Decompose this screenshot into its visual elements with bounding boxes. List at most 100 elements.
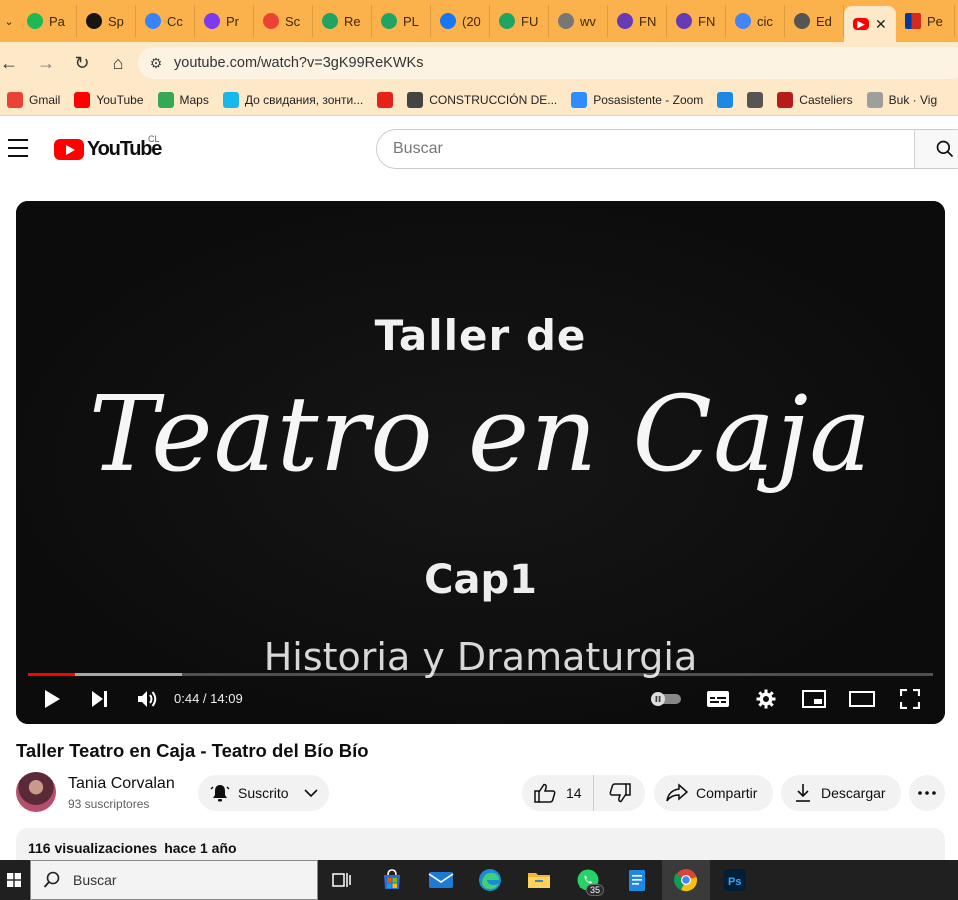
forms-icon	[676, 13, 692, 29]
address-url[interactable]: youtube.com/watch?v=3gK99ReKWKs	[174, 55, 423, 71]
tab-7[interactable]: (20	[431, 5, 490, 37]
like-count: 14	[566, 785, 582, 801]
share-button[interactable]: Compartir	[654, 775, 773, 811]
play-button[interactable]	[36, 681, 68, 717]
taskbar-search[interactable]: Buscar	[30, 860, 318, 900]
chile-flag-icon	[905, 13, 921, 29]
bookmark-2[interactable]: Maps	[151, 91, 216, 108]
task-view-button[interactable]	[318, 860, 366, 900]
address-bar[interactable]: ⚙ youtube.com/watch?v=3gK99ReKWKs	[138, 47, 958, 79]
miniplayer-button[interactable]	[798, 681, 830, 717]
bookmark-label: Casteliers	[799, 92, 853, 107]
bookmark-1[interactable]: YouTube	[67, 91, 150, 108]
dislike-button[interactable]	[594, 775, 645, 811]
autoplay-toggle[interactable]	[648, 681, 684, 717]
bookmark-label: Buk · Vig	[888, 92, 938, 107]
frame-text-chapter: Cap1	[424, 557, 537, 603]
subtitles-button[interactable]	[702, 681, 734, 717]
youtube-logo[interactable]: YouTube	[54, 138, 162, 161]
store-app[interactable]	[368, 860, 416, 900]
back-button[interactable]: ←	[0, 45, 18, 81]
channel-name[interactable]: Tania Corvalan	[68, 775, 175, 793]
share-icon	[666, 783, 688, 802]
bookmark-8[interactable]	[740, 91, 770, 108]
search-box	[376, 129, 958, 169]
reload-button[interactable]: ↻	[64, 45, 100, 81]
tab-8[interactable]: FU	[490, 5, 549, 37]
tab-1[interactable]: Sp	[77, 5, 136, 37]
tab-search-dropdown[interactable]: ⌄	[0, 5, 18, 37]
tab-label: Re	[344, 13, 361, 29]
bookmark-7[interactable]	[710, 91, 740, 108]
tab-2[interactable]: Cc	[136, 5, 195, 37]
bookmark-3[interactable]: До свидания, зонти...	[216, 91, 370, 108]
photoshop-app[interactable]: Ps	[711, 860, 759, 900]
bookmark-4[interactable]	[370, 91, 400, 108]
tab-11[interactable]: FN	[667, 5, 726, 37]
progress-bar[interactable]	[28, 673, 933, 676]
forward-button[interactable]: →	[28, 45, 64, 81]
shield-app-icon	[204, 13, 220, 29]
start-button[interactable]	[0, 860, 28, 900]
menu-icon[interactable]	[8, 139, 28, 157]
forms-icon	[617, 13, 633, 29]
home-button[interactable]: ⌂	[100, 45, 136, 81]
tab-6[interactable]: PL	[372, 5, 431, 37]
tab-3[interactable]: Pr	[195, 5, 254, 37]
chrome-icon	[674, 869, 697, 892]
taskbar-search-text: Buscar	[73, 872, 117, 888]
tab-label: Pr	[226, 13, 239, 29]
svg-text:Ps: Ps	[728, 876, 741, 888]
channel-avatar[interactable]	[16, 772, 56, 812]
drive-icon	[322, 13, 338, 29]
file-explorer-app[interactable]	[515, 860, 563, 900]
youtube-header: YouTube CL	[0, 117, 958, 181]
tab-last[interactable]: Pe	[896, 5, 955, 37]
fullscreen-icon	[900, 689, 920, 709]
windows-taskbar: Buscar 35 Ps	[0, 860, 958, 900]
fullscreen-button[interactable]	[894, 681, 926, 717]
search-button[interactable]	[914, 130, 958, 168]
search-input[interactable]	[377, 130, 914, 168]
edge-app[interactable]	[466, 860, 514, 900]
mail-icon	[428, 872, 454, 888]
download-button[interactable]: Descargar	[781, 775, 901, 811]
more-actions-button[interactable]	[909, 775, 945, 811]
zoom-icon	[571, 91, 588, 108]
tab-0[interactable]: Pa	[18, 5, 77, 37]
tab-4[interactable]: Sc	[254, 5, 313, 37]
tab-13[interactable]: Ed	[785, 5, 844, 37]
settings-button[interactable]	[750, 681, 782, 717]
chrome-app[interactable]	[662, 860, 710, 900]
like-button[interactable]: 14	[522, 775, 594, 811]
theater-mode-button[interactable]	[846, 681, 878, 717]
bookmark-6[interactable]: Posasistente - Zoom	[564, 91, 710, 108]
bookmarks-bar: Gmail YouTube Maps До свидания, зонти... CON…	[0, 84, 958, 116]
tab-10[interactable]: FN	[608, 5, 667, 37]
close-tab-icon[interactable]: ✕	[875, 16, 887, 33]
bookmark-9[interactable]: Casteliers	[770, 91, 859, 108]
spotify-icon	[27, 13, 43, 29]
store-icon	[384, 869, 400, 889]
bookmark-0[interactable]: Gmail	[0, 91, 67, 108]
notepad-app[interactable]	[613, 860, 661, 900]
thumbs-up-icon	[534, 783, 556, 803]
spotify-icon	[86, 13, 102, 29]
video-player[interactable]: Taller de Teatro en Caja Cap1 Historia y…	[16, 201, 945, 724]
tab-9[interactable]: wv	[549, 5, 608, 37]
tab-active-youtube[interactable]: ▶ ✕	[844, 6, 896, 42]
bookmark-10[interactable]: Buk · Vig	[860, 91, 944, 108]
volume-button[interactable]	[132, 681, 164, 717]
tab-12[interactable]: cic	[726, 5, 785, 37]
bookmark-5[interactable]: CONSTRUCCIÓN DE...	[400, 91, 564, 108]
tab-label: FN	[639, 13, 657, 29]
tab-5[interactable]: Re	[313, 5, 372, 37]
whatsapp-app[interactable]: 35	[564, 860, 612, 900]
next-button[interactable]	[84, 681, 116, 717]
subscribe-button[interactable]: Suscrito	[198, 775, 329, 811]
next-icon	[92, 691, 107, 707]
site-settings-icon[interactable]: ⚙	[138, 55, 174, 72]
gmail-icon	[263, 13, 279, 29]
mail-app[interactable]	[417, 860, 465, 900]
youtube-logo-icon	[54, 139, 84, 160]
